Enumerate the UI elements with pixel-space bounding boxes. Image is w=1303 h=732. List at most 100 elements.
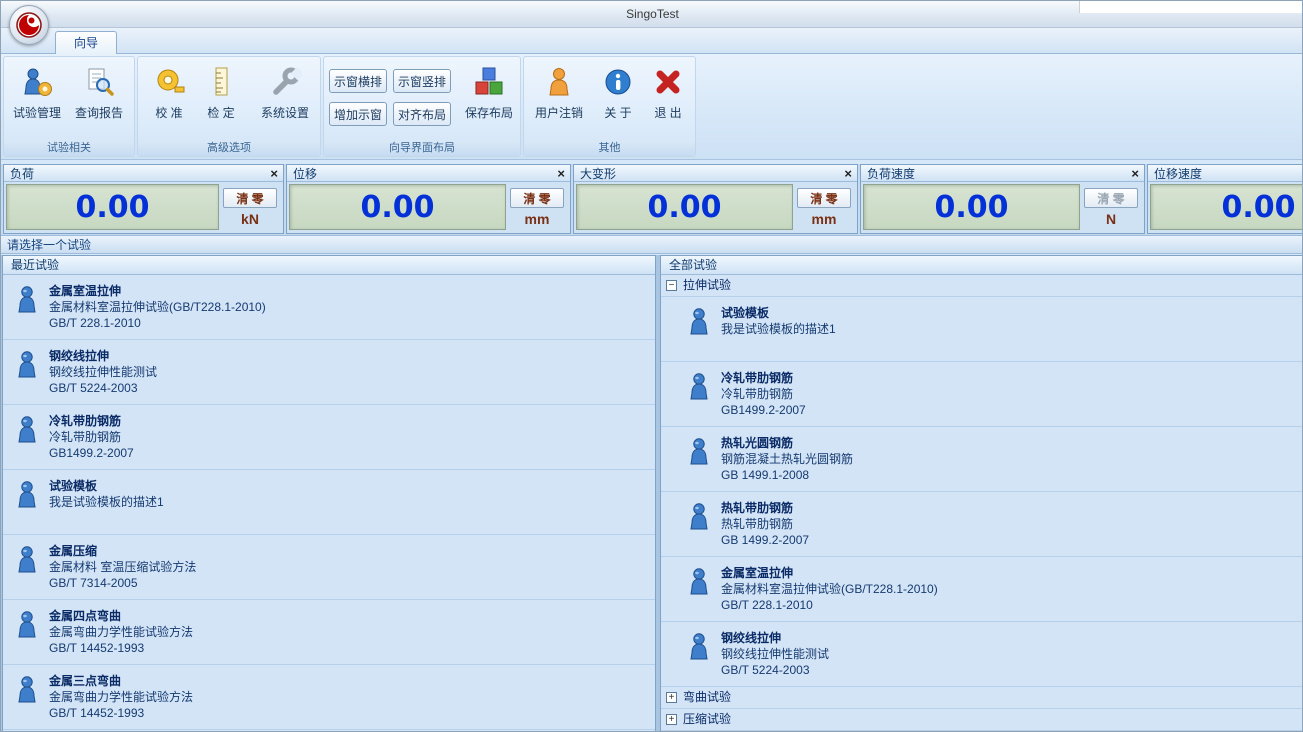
meter-header: 位移 ×: [287, 165, 570, 182]
tree-group-row[interactable]: + 弯曲试验: [661, 687, 1302, 709]
close-icon[interactable]: ×: [270, 167, 278, 180]
ribbon-tab-row: 向导: [1, 28, 1303, 54]
test-list-item[interactable]: 冷轧带肋钢筋 冷轧带肋钢筋 GB1499.2-2007: [661, 362, 1302, 427]
ribbon-group-layout: 示窗横排 示窗竖排 增加示窗 对齐布局 保存布局 向导界面布局: [323, 56, 521, 157]
meter-header: 大变形 ×: [574, 165, 857, 182]
meter-value: 0.00: [576, 184, 793, 230]
tree-group-label: 弯曲试验: [683, 690, 731, 704]
test-standard: GB/T 14452-1993: [49, 640, 647, 656]
meter-unit: mm: [812, 211, 837, 227]
tree-group-label: 压缩试验: [683, 712, 731, 726]
test-list-item[interactable]: 金属四点弯曲 金属弯曲力学性能试验方法 GB/T 14452-1993: [3, 600, 655, 665]
test-lists: 最近试验 金属室温拉伸 金属材料室温拉伸试验(GB/T228.1-2010) G…: [1, 255, 1303, 732]
select-test-prompt: 请选择一个试验: [1, 235, 1303, 254]
tree-group-row[interactable]: + 压缩试验: [661, 709, 1302, 731]
test-title: 试验模板: [721, 305, 1294, 321]
system-settings-button[interactable]: 系统设置: [256, 61, 314, 141]
verification-button[interactable]: 检 定: [196, 61, 246, 141]
test-standard: GB 1499.2-2007: [721, 532, 1294, 548]
zero-button[interactable]: 清 零: [223, 188, 277, 208]
tree-toggle-icon[interactable]: −: [666, 280, 677, 291]
windows-horizontal-button[interactable]: 示窗横排: [329, 69, 387, 93]
ruler-icon: [204, 65, 238, 99]
test-description: 我是试验模板的描述1: [49, 494, 647, 510]
meter-unit: N: [1106, 211, 1116, 227]
button-label: 系统设置: [261, 106, 309, 120]
all-tests-header: 全部试验: [661, 256, 1302, 275]
zero-button[interactable]: 清 零: [797, 188, 851, 208]
button-label: 检 定: [207, 106, 234, 120]
tree-toggle-icon[interactable]: +: [666, 692, 677, 703]
test-standard: GB 1499.1-2008: [721, 467, 1294, 483]
test-list-item[interactable]: 钢绞线拉伸 钢绞线拉伸性能测试 GB/T 5224-2003: [661, 622, 1302, 687]
singo-logo-icon: [16, 12, 42, 38]
test-list-item[interactable]: 试验模板 我是试验模板的描述1: [661, 297, 1302, 362]
zero-button: 清 零: [1084, 188, 1138, 208]
exit-button[interactable]: 退 出: [644, 61, 692, 141]
test-description: 冷轧带肋钢筋: [49, 429, 647, 445]
all-tests-tree: − 拉伸试验 试验模板 我是试验模板的描述1 冷轧带肋钢筋 冷轧带肋钢筋 GB1…: [661, 275, 1302, 731]
tab-wizard[interactable]: 向导: [55, 31, 117, 54]
test-title: 试验模板: [49, 478, 647, 494]
ribbon: 试验管理 查询报告 试验相关: [1, 54, 1303, 160]
test-standard: GB/T 228.1-2010: [49, 315, 647, 331]
test-management-button[interactable]: 试验管理: [8, 61, 66, 141]
meter-value: 0.00: [1150, 184, 1303, 230]
test-title: 热轧光圆钢筋: [721, 435, 1294, 451]
test-list-item[interactable]: 金属室温拉伸 金属材料室温拉伸试验(GB/T228.1-2010) GB/T 2…: [3, 275, 655, 340]
test-list-item[interactable]: 冷轧带肋钢筋 冷轧带肋钢筋 GB1499.2-2007: [3, 405, 655, 470]
calibration-button[interactable]: 校 准: [144, 61, 194, 141]
test-standard: GB/T 5224-2003: [721, 662, 1294, 678]
close-icon[interactable]: ×: [844, 167, 852, 180]
ribbon-group-other: 用户注销 关 于 退 出 其他: [523, 56, 696, 157]
test-title: 金属四点弯曲: [49, 608, 647, 624]
button-label: 关 于: [604, 106, 631, 120]
cubes-icon: [472, 65, 506, 99]
button-label: 查询报告: [75, 106, 123, 120]
user-logout-button[interactable]: 用户注销: [530, 61, 588, 141]
close-icon[interactable]: ×: [1131, 167, 1139, 180]
query-report-button[interactable]: 查询报告: [70, 61, 128, 141]
test-title: 钢绞线拉伸: [49, 348, 647, 364]
align-layout-button[interactable]: 对齐布局: [393, 102, 451, 126]
windows-vertical-button[interactable]: 示窗竖排: [393, 69, 451, 93]
test-person-icon: [15, 285, 39, 315]
button-label: 退 出: [654, 106, 681, 120]
test-description: 钢绞线拉伸性能测试: [721, 646, 1294, 662]
test-title: 热轧带肋钢筋: [721, 500, 1294, 516]
test-list-item[interactable]: 金属压缩 金属材料 室温压缩试验方法 GB/T 7314-2005: [3, 535, 655, 600]
test-list-item[interactable]: 试验模板 我是试验模板的描述1: [3, 470, 655, 535]
app-logo-button[interactable]: [9, 5, 49, 45]
test-standard: GB/T 5224-2003: [49, 380, 647, 396]
tape-measure-icon: [152, 65, 186, 99]
test-list-item[interactable]: 热轧带肋钢筋 热轧带肋钢筋 GB 1499.2-2007: [661, 492, 1302, 557]
test-list-item[interactable]: 金属三点弯曲 金属弯曲力学性能试验方法 GB/T 14452-1993: [3, 665, 655, 730]
button-label: 用户注销: [535, 106, 583, 120]
test-list-item[interactable]: 热轧光圆钢筋 钢筋混凝土热轧光圆钢筋 GB 1499.1-2008: [661, 427, 1302, 492]
about-button[interactable]: 关 于: [594, 61, 642, 141]
test-standard: GB1499.2-2007: [721, 402, 1294, 418]
test-list-item[interactable]: 钢绞线拉伸 钢绞线拉伸性能测试 GB/T 5224-2003: [3, 340, 655, 405]
test-person-icon: [15, 610, 39, 640]
test-description: 冷轧带肋钢筋: [721, 386, 1294, 402]
close-icon[interactable]: ×: [557, 167, 565, 180]
user-icon: [542, 65, 576, 99]
group-label: 其他: [524, 141, 695, 156]
zero-button[interactable]: 清 零: [510, 188, 564, 208]
recent-tests-panel: 最近试验 金属室温拉伸 金属材料室温拉伸试验(GB/T228.1-2010) G…: [2, 255, 656, 732]
save-layout-button[interactable]: 保存布局: [460, 61, 518, 141]
meter-displacement: 位移 × 0.00 清 零 mm: [286, 164, 571, 234]
test-person-icon: [687, 632, 711, 662]
tree-group-row[interactable]: − 拉伸试验: [661, 275, 1302, 297]
test-person-icon: [15, 545, 39, 575]
info-icon: [601, 65, 635, 99]
test-standard: GB/T 228.1-2010: [721, 597, 1294, 613]
tree-toggle-icon[interactable]: +: [666, 714, 677, 725]
add-window-button[interactable]: 增加示窗: [329, 102, 387, 126]
test-person-icon: [15, 480, 39, 510]
test-title: 金属压缩: [49, 543, 647, 559]
test-list-item[interactable]: 金属室温拉伸 金属材料室温拉伸试验(GB/T228.1-2010) GB/T 2…: [661, 557, 1302, 622]
test-management-icon: [20, 65, 54, 99]
meter-unit: kN: [241, 211, 259, 227]
recent-tests-header: 最近试验: [3, 256, 655, 275]
